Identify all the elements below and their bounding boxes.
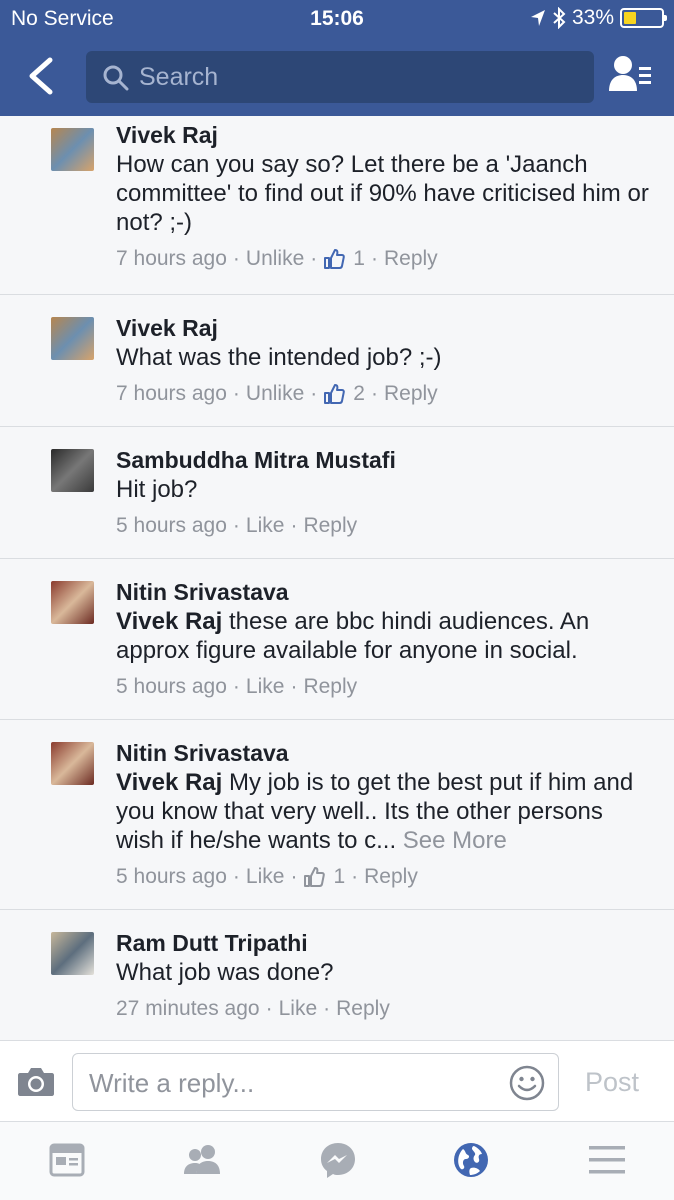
comment-item: Nitin Srivastava Vivek Raj these are bbc… [0, 559, 674, 720]
comment-time: 5 hours ago [116, 865, 227, 888]
comment-body: What was the intended job? ;-) [116, 344, 442, 371]
comment-meta: 27 minutes ago · Like · Reply [116, 997, 390, 1021]
comment-time: 7 hours ago [116, 382, 227, 405]
bluetooth-icon [553, 7, 566, 29]
reply-button[interactable]: Reply [384, 382, 438, 406]
reply-button[interactable]: Reply [364, 865, 418, 889]
thumbs-up-icon [304, 867, 326, 887]
thumbs-up-icon [324, 384, 346, 404]
comment-mention[interactable]: Vivek Raj [116, 769, 222, 796]
user-avatar-icon[interactable] [51, 742, 94, 785]
friends-icon[interactable] [182, 1140, 222, 1180]
location-arrow-icon [530, 10, 545, 26]
comment-meta: 5 hours ago · Like · Reply [116, 514, 358, 538]
like-button[interactable]: Like [246, 514, 285, 538]
commenter-name[interactable]: Nitin Srivastava [116, 739, 654, 768]
comment-thread: Vivek Raj How can you say so? Let there … [0, 116, 674, 1040]
comment-body: Hit job? [116, 476, 198, 503]
unlike-button[interactable]: Unlike [246, 247, 304, 271]
bottom-tab-bar [0, 1122, 674, 1200]
comment-item: Ram Dutt Tripathi What job was done? 27 … [0, 910, 674, 1040]
comment-meta: 7 hours ago · Unlike · 2 · Reply [116, 382, 438, 406]
status-right: 33% [530, 6, 667, 30]
like-count: 2 [353, 382, 365, 405]
comment-meta: 5 hours ago · Like · 1 · Reply [116, 865, 418, 889]
emoji-icon[interactable] [509, 1065, 545, 1101]
comment-body: How can you say so? Let there be a 'Jaan… [116, 151, 649, 236]
comment-text: What was the intended job? ;-) [116, 343, 654, 372]
reply-button[interactable]: Reply [303, 675, 357, 699]
messenger-icon[interactable] [318, 1140, 358, 1180]
camera-icon[interactable] [17, 1065, 55, 1097]
battery-percent: 33% [571, 6, 614, 29]
battery-level-fill [624, 12, 636, 24]
news-feed-icon[interactable] [47, 1140, 87, 1180]
comment-item: Sambuddha Mitra Mustafi Hit job? 5 hours… [0, 427, 674, 559]
comment-meta: 5 hours ago · Like · Reply [116, 675, 358, 699]
commenter-name[interactable]: Ram Dutt Tripathi [116, 929, 654, 958]
status-bar: No Service 15:06 33% [0, 0, 674, 38]
notifications-globe-icon[interactable] [451, 1140, 491, 1180]
comment-text: Hit job? [116, 475, 654, 504]
comment-time: 7 hours ago [116, 247, 227, 270]
like-count: 1 [333, 865, 346, 888]
comment-meta: 7 hours ago · Unlike · 1 · Reply [116, 247, 438, 271]
reply-button[interactable]: Reply [384, 247, 438, 271]
thumbs-up-icon [324, 249, 346, 269]
unlike-button[interactable]: Unlike [246, 382, 304, 406]
commenter-name[interactable]: Vivek Raj [116, 314, 654, 343]
comment-time: 5 hours ago [116, 514, 227, 537]
reply-button[interactable]: Reply [336, 997, 390, 1021]
comment-text: Vivek Raj these are bbc hindi audiences.… [116, 607, 654, 665]
comment-text: What job was done? [116, 958, 654, 987]
like-button[interactable]: Like [246, 865, 285, 889]
user-avatar-icon[interactable] [51, 932, 94, 975]
see-more-link[interactable]: See More [403, 827, 507, 854]
comment-text: Vivek Raj My job is to get the best put … [116, 768, 654, 855]
reply-placeholder: Write a reply... [89, 1068, 255, 1098]
battery-icon [620, 8, 667, 28]
comment-body: What job was done? [116, 959, 334, 986]
search-icon [103, 65, 129, 91]
comment-item: Vivek Raj What was the intended job? ;-)… [0, 295, 674, 427]
user-avatar-icon[interactable] [51, 581, 94, 624]
comment-item: Vivek Raj How can you say so? Let there … [0, 116, 674, 295]
menu-icon[interactable] [587, 1140, 627, 1180]
search-input[interactable]: Search [86, 51, 594, 103]
commenter-name[interactable]: Vivek Raj [116, 121, 654, 150]
comment-text: How can you say so? Let there be a 'Jaan… [116, 150, 654, 237]
back-arrow-icon[interactable] [22, 56, 58, 96]
reply-composer: Write a reply... Post [0, 1040, 674, 1122]
commenter-name[interactable]: Sambuddha Mitra Mustafi [116, 446, 654, 475]
comment-item: Nitin Srivastava Vivek Raj My job is to … [0, 720, 674, 910]
comment-time: 5 hours ago [116, 675, 227, 698]
commenter-name[interactable]: Nitin Srivastava [116, 578, 654, 607]
top-header: No Service 15:06 33% Search [0, 0, 674, 116]
user-avatar-icon[interactable] [51, 128, 94, 171]
reply-button[interactable]: Reply [303, 514, 357, 538]
comment-mention[interactable]: Vivek Raj [116, 608, 222, 635]
comment-time: 27 minutes ago [116, 997, 260, 1020]
like-button[interactable]: Like [279, 997, 318, 1021]
user-avatar-icon[interactable] [51, 449, 94, 492]
post-button[interactable]: Post [585, 1067, 639, 1098]
user-avatar-icon[interactable] [51, 317, 94, 360]
like-count: 1 [353, 247, 365, 270]
friend-requests-icon[interactable] [608, 55, 654, 95]
reply-input[interactable]: Write a reply... [72, 1053, 559, 1111]
search-placeholder: Search [139, 63, 219, 91]
like-button[interactable]: Like [246, 675, 285, 699]
